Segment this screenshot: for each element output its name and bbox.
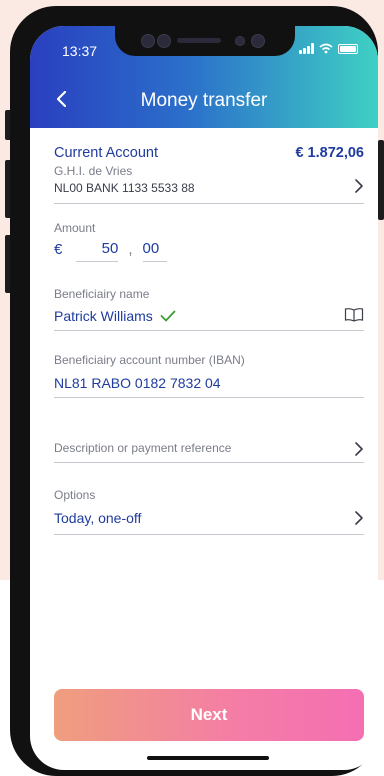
beneficiary-name: Patrick Williams bbox=[54, 308, 153, 324]
screen: 13:37 Money transfer Current Account € 1… bbox=[30, 26, 378, 770]
status-time: 13:37 bbox=[62, 43, 98, 59]
options-label: Options bbox=[54, 488, 96, 502]
page-title: Money transfer bbox=[140, 90, 268, 111]
account-balance: € 1.872,06 bbox=[295, 145, 364, 161]
account-holder: G.H.I. de Vries bbox=[54, 164, 133, 178]
home-indicator[interactable] bbox=[147, 756, 269, 760]
speaker-icon bbox=[177, 38, 221, 43]
camera-icon bbox=[141, 34, 155, 48]
battery-icon bbox=[338, 43, 358, 54]
divider bbox=[54, 534, 364, 535]
divider bbox=[54, 330, 364, 331]
beneficiary-name-field[interactable]: Beneficiairy name Patrick Williams bbox=[54, 287, 364, 333]
account-selector[interactable]: Current Account € 1.872,06 G.H.I. de Vri… bbox=[54, 145, 364, 205]
amount-field: Amount € 50 , 00 bbox=[54, 221, 364, 271]
amount-cents-input[interactable]: 00 bbox=[142, 240, 167, 262]
options-field[interactable]: Options Today, one-off bbox=[54, 488, 364, 536]
wifi-icon bbox=[319, 43, 333, 54]
front-camera-icon bbox=[251, 34, 265, 48]
signal-icon bbox=[299, 43, 314, 54]
chevron-right-icon bbox=[355, 179, 363, 193]
sensor-dot-icon bbox=[235, 36, 245, 46]
beneficiary-label: Beneficiairy name bbox=[54, 287, 150, 301]
divider bbox=[54, 397, 364, 398]
phone-frame: 13:37 Money transfer Current Account € 1… bbox=[10, 6, 378, 776]
account-number: NL00 BANK 1133 5533 88 bbox=[54, 181, 195, 195]
checkmark-icon bbox=[160, 310, 176, 322]
currency-symbol: € bbox=[54, 241, 63, 258]
iban-label: Beneficiairy account number (IBAN) bbox=[54, 353, 245, 367]
next-button[interactable]: Next bbox=[54, 689, 364, 741]
options-value: Today, one-off bbox=[54, 510, 142, 526]
phone-power-button bbox=[378, 140, 384, 220]
notch bbox=[115, 26, 295, 56]
iban-value: NL81 RABO 0182 7832 04 bbox=[54, 375, 221, 391]
account-name: Current Account bbox=[54, 145, 158, 161]
header: 13:37 Money transfer bbox=[30, 26, 378, 128]
chevron-right-icon bbox=[355, 442, 363, 456]
status-icons bbox=[299, 43, 358, 54]
sensor-icon bbox=[157, 34, 171, 48]
amount-whole-input[interactable]: 50 bbox=[76, 240, 119, 262]
divider bbox=[54, 462, 364, 463]
iban-field[interactable]: Beneficiairy account number (IBAN) NL81 … bbox=[54, 353, 364, 399]
book-icon[interactable] bbox=[344, 307, 364, 322]
amount-label: Amount bbox=[54, 221, 96, 235]
description-field[interactable]: Description or payment reference bbox=[54, 441, 364, 465]
decimal-separator: , bbox=[128, 241, 133, 258]
chevron-right-icon bbox=[355, 511, 363, 525]
description-placeholder: Description or payment reference bbox=[54, 441, 232, 455]
divider bbox=[54, 203, 364, 204]
